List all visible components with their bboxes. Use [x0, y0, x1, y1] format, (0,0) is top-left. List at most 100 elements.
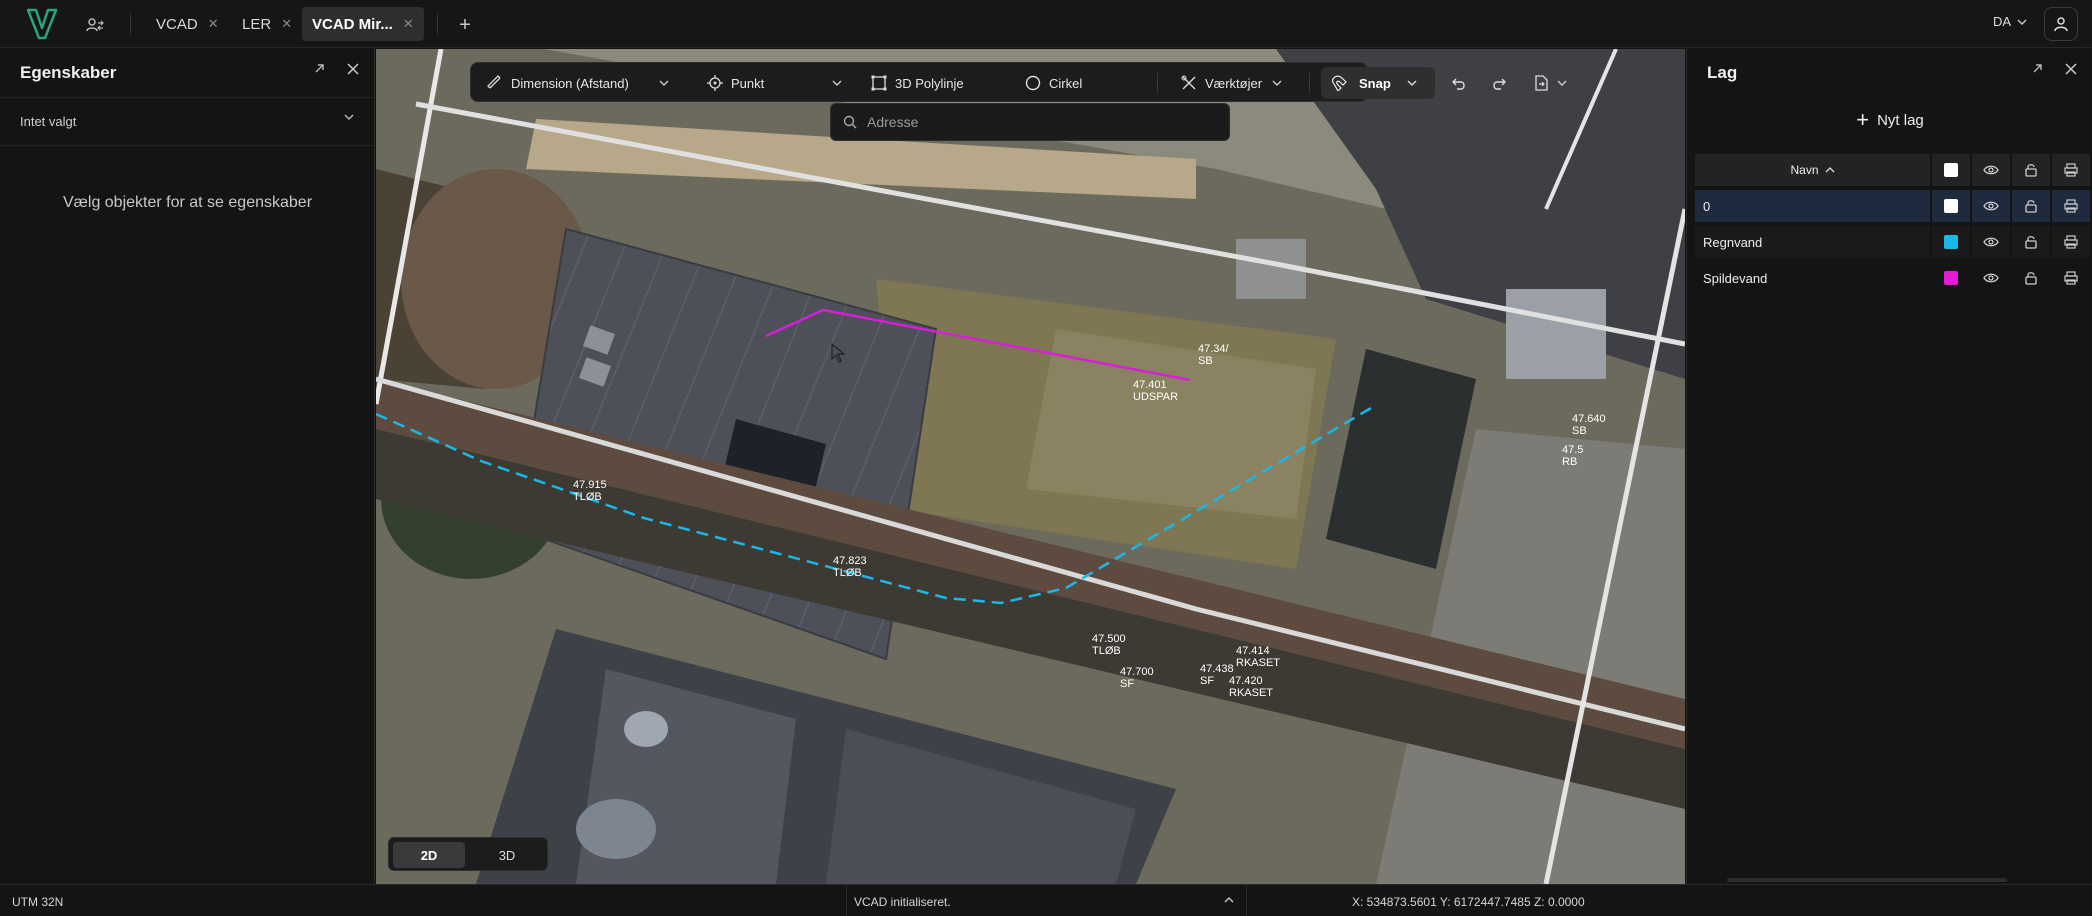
snap-button[interactable]: Snap [1321, 67, 1435, 99]
export-icon [1535, 75, 1548, 91]
chevron-up-icon[interactable] [1224, 897, 1234, 903]
address-input[interactable] [867, 114, 1197, 130]
map-point-label[interactable]: 47.915 TLØB [573, 479, 607, 503]
map-point-label[interactable]: 47.420 RKASET [1229, 675, 1273, 699]
layer-lock-toggle[interactable] [2012, 262, 2050, 294]
circle-icon [1025, 75, 1041, 91]
visibility-column[interactable] [1972, 154, 2010, 186]
layer-print-toggle[interactable] [2052, 262, 2090, 294]
circle-tool[interactable]: Cirkel [1025, 63, 1082, 103]
add-tab-icon[interactable]: + [452, 12, 478, 38]
switch-user-icon[interactable] [82, 12, 108, 38]
redo-icon [1493, 78, 1506, 90]
layer-name[interactable]: Regnvand [1695, 226, 1930, 258]
layer-table: Navn 0 Regnvand Spildevand [1695, 154, 2090, 298]
layer-color[interactable] [1932, 262, 1970, 294]
tab-label: VCAD [156, 15, 198, 33]
view-2d-button[interactable]: 2D [393, 842, 465, 868]
map-point-label[interactable]: 47.5 RB [1562, 444, 1583, 468]
layer-row[interactable]: 0 [1695, 190, 2090, 222]
map-point-label[interactable]: 47.401 UDSPAR [1133, 379, 1178, 403]
chevron-down-icon[interactable] [832, 80, 842, 86]
layer-visibility-toggle[interactable] [1972, 262, 2010, 294]
layer-print-toggle[interactable] [2052, 226, 2090, 258]
map-point-label[interactable]: 47.640 SB [1572, 413, 1606, 437]
unlock-icon [2025, 236, 2037, 249]
close-icon[interactable]: ✕ [208, 16, 219, 32]
search-icon [843, 115, 857, 129]
divider [130, 14, 131, 34]
horizontal-scrollbar[interactable] [1727, 878, 2007, 882]
tab-vcad[interactable]: VCAD ✕ [146, 7, 229, 41]
address-search [830, 103, 1230, 141]
popout-icon[interactable] [2030, 62, 2044, 76]
eye-icon [1983, 165, 1999, 175]
tools-menu[interactable]: Værktøjer [1181, 63, 1282, 103]
properties-header: Egenskaber [0, 48, 374, 98]
tool-label: Cirkel [1049, 75, 1083, 91]
redo-button[interactable] [1491, 63, 1507, 103]
close-icon[interactable] [2064, 62, 2078, 76]
chevron-down-icon [1272, 80, 1282, 86]
top-bar: VCAD ✕ LER ✕ VCAD Mir... ✕ + DA [0, 0, 2092, 48]
map-point-label[interactable]: 47.823 TLØB [833, 555, 867, 579]
layer-lock-toggle[interactable] [2012, 190, 2050, 222]
layer-visibility-toggle[interactable] [1972, 190, 2010, 222]
tab-vcad-mir[interactable]: VCAD Mir... ✕ [302, 7, 424, 41]
user-button[interactable] [2044, 7, 2078, 41]
layer-name[interactable]: 0 [1695, 190, 1930, 222]
layer-lock-toggle[interactable] [2012, 226, 2050, 258]
tool-label: 3D Polylinje [895, 75, 964, 91]
popout-icon[interactable] [312, 62, 326, 76]
chevron-down-icon[interactable] [659, 80, 669, 86]
selection-dropdown[interactable]: Intet valgt [0, 98, 374, 146]
point-tool[interactable]: Punkt [707, 63, 842, 103]
unlock-icon [2025, 272, 2037, 285]
layer-row[interactable]: Regnvand [1695, 226, 2090, 258]
printer-icon [2064, 199, 2078, 213]
layer-color[interactable] [1932, 190, 1970, 222]
print-column[interactable] [2052, 154, 2090, 186]
close-icon[interactable]: ✕ [403, 16, 414, 32]
sort-by-name[interactable]: Navn [1695, 154, 1930, 186]
new-layer-button[interactable]: + Nyt lag [1687, 107, 2092, 132]
panel-title: Lag [1707, 63, 1738, 82]
layer-row[interactable]: Spildevand [1695, 262, 2085, 294]
map-point-label[interactable]: 47.34/SB [1198, 343, 1229, 367]
unlock-icon [2025, 200, 2037, 213]
map-point-label[interactable]: 47.500 TLØB [1092, 633, 1126, 657]
layers-header: Lag [1687, 48, 2092, 98]
view-3d-button[interactable]: 3D [471, 842, 543, 868]
tab-label: VCAD Mir... [312, 15, 393, 33]
close-icon[interactable]: ✕ [281, 16, 292, 32]
undo-button[interactable] [1451, 63, 1467, 103]
export-menu[interactable] [1533, 63, 1567, 103]
unlock-icon [2025, 164, 2037, 177]
properties-panel: Egenskaber Intet valgt Vælg objekter for… [0, 48, 375, 884]
chevron-down-icon [344, 114, 354, 120]
plus-icon: + [1856, 107, 1870, 132]
tab-ler[interactable]: LER ✕ [232, 7, 302, 41]
layers-panel: Lag + Nyt lag Navn 0 Regnvand Spildevand [1686, 48, 2092, 884]
printer-icon [2064, 235, 2078, 249]
lock-column[interactable] [2012, 154, 2050, 186]
close-icon[interactable] [346, 62, 360, 76]
divider [846, 885, 847, 916]
polyline-tool[interactable]: 3D Polylinje [871, 63, 964, 103]
layer-name[interactable]: Spildevand [1695, 262, 1930, 294]
dimension-tool[interactable]: Dimension (Afstand) [487, 63, 669, 103]
map-point-label[interactable]: 47.700 SF [1120, 666, 1154, 690]
color-swatch [1944, 271, 1958, 285]
user-icon [2054, 17, 2068, 32]
vcad-logo[interactable] [26, 8, 58, 40]
map-canvas[interactable]: 47.915 TLØB 47.823 TLØB 47.500 TLØB 47.700 S… [376, 49, 1685, 884]
layer-print-toggle[interactable] [2052, 190, 2090, 222]
aerial-map [376, 49, 1685, 884]
eye-icon [1983, 201, 1999, 211]
empty-message: Vælg objekter for at se egenskaber [62, 194, 313, 211]
layer-visibility-toggle[interactable] [1972, 226, 2010, 258]
layer-color[interactable] [1932, 226, 1970, 258]
panel-title: Egenskaber [20, 62, 117, 82]
language-selector[interactable]: DA [1993, 14, 2027, 29]
map-point-label[interactable]: 47.414 RKASET [1236, 645, 1280, 669]
